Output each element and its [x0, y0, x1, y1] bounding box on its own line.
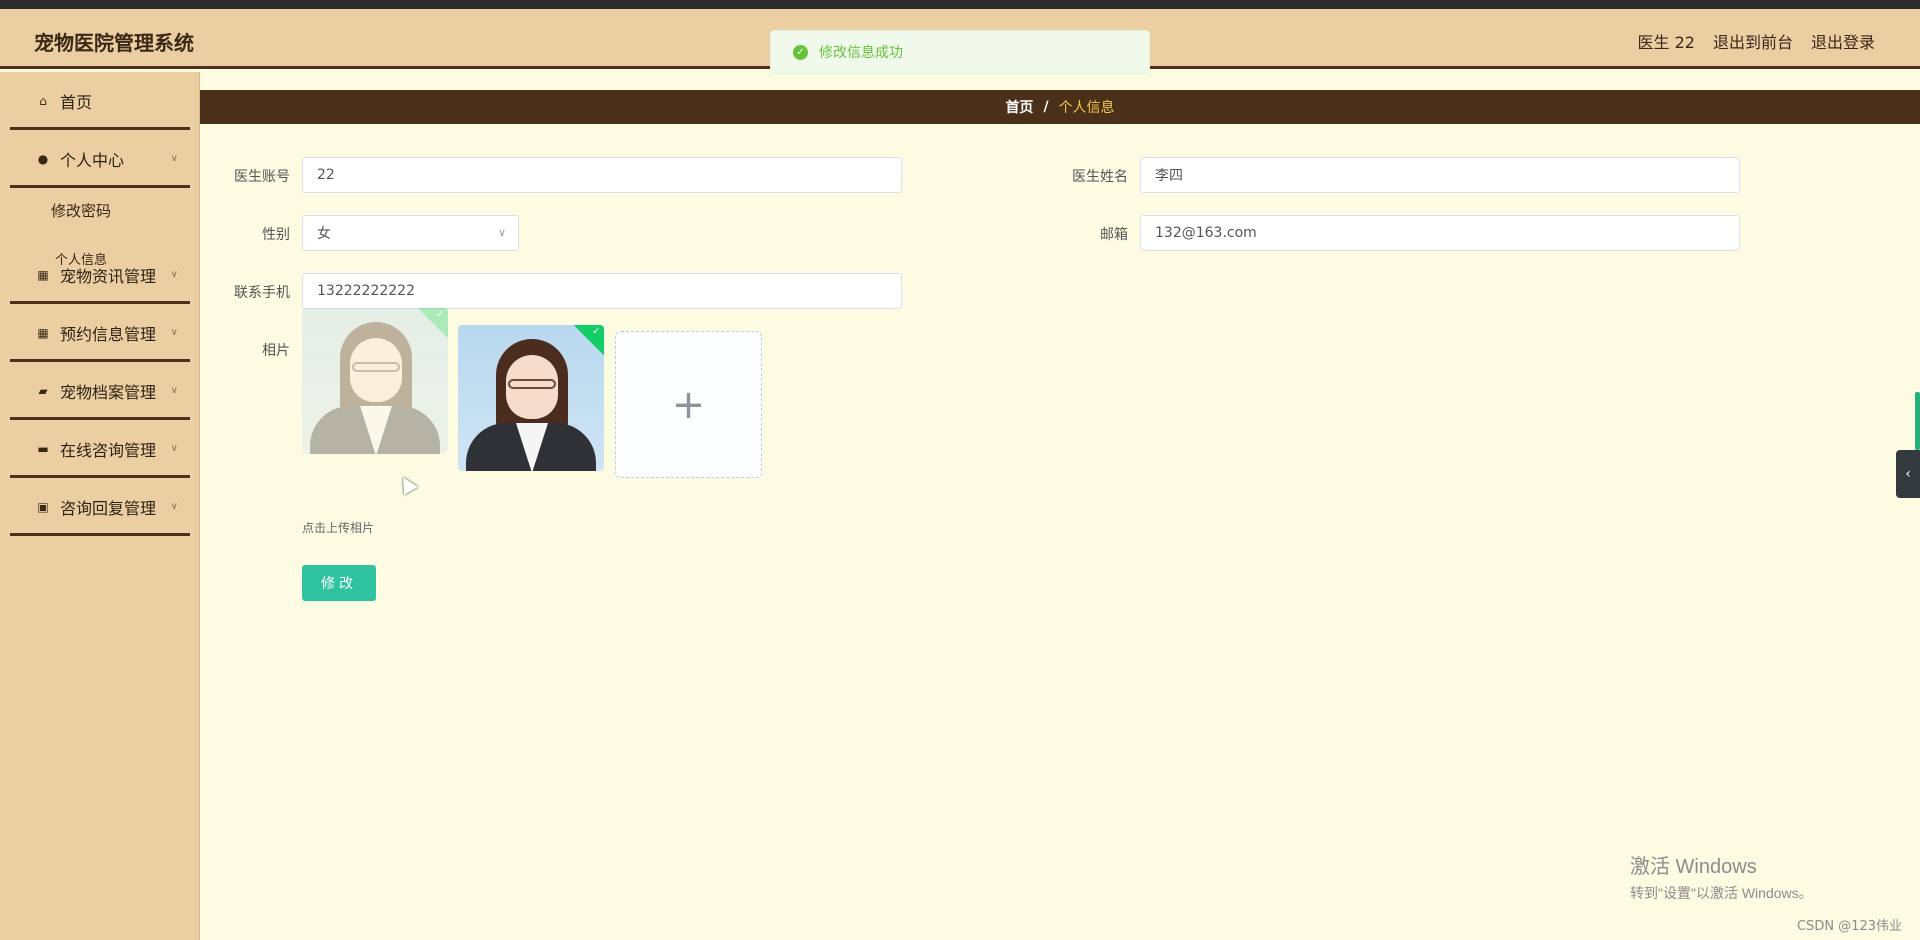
mouse-cursor-icon: [396, 473, 418, 495]
logout-link[interactable]: 退出登录: [1811, 29, 1875, 53]
photo-label: 相片: [262, 343, 290, 359]
name-label: 医生姓名: [1072, 169, 1128, 185]
breadcrumb-current: 个人信息: [1058, 100, 1115, 116]
clipboard-icon: ▣: [37, 499, 49, 514]
chevron-down-icon: ∨: [170, 153, 178, 164]
breadcrumb-home[interactable]: 首页: [1005, 97, 1033, 117]
csdn-credit: CSDN @123伟业: [1796, 919, 1902, 934]
sidebar-item-label: 个人中心: [60, 150, 125, 170]
user-icon: ●: [37, 151, 49, 166]
grid-icon: ▦: [37, 267, 49, 282]
gender-select[interactable]: 女 ∨: [302, 215, 519, 251]
scroll-indicator[interactable]: [1915, 392, 1920, 450]
upload-button[interactable]: +: [615, 331, 762, 478]
account-label: 医生账号: [234, 169, 290, 185]
chevron-left-icon: ‹: [1905, 466, 1911, 482]
sidebar-item-pet-news[interactable]: ▦ 宠物资讯管理 ∨: [10, 248, 190, 304]
plus-icon: +: [671, 381, 706, 428]
sidebar: ⌂ 首页 ● 个人中心 ∨ 修改密码 个人信息 ▦ 宠物资讯管理 ∨ ▦ 预约信…: [0, 72, 200, 940]
photo-thumbnail[interactable]: ✓: [458, 325, 604, 471]
upload-tip: 点击上传相片: [302, 521, 375, 535]
activation-title: 激活 Windows: [1630, 856, 1757, 878]
email-field[interactable]: 132@163.com: [1140, 215, 1740, 251]
sidebar-item-online-consult[interactable]: ▬ 在线咨询管理 ∨: [10, 422, 190, 478]
window-top-strip: [0, 0, 1920, 9]
sidebar-item-label: 宠物资讯管理: [60, 266, 157, 286]
chevron-down-icon: ∨: [170, 327, 178, 338]
app-title: 宠物医院管理系统: [34, 31, 194, 55]
uploaded-check-icon: ✓: [416, 308, 448, 340]
name-field[interactable]: 李四: [1140, 157, 1740, 193]
submit-button[interactable]: 修改: [302, 565, 376, 601]
sidebar-item-label: 首页: [60, 92, 93, 112]
collapse-panel-button[interactable]: ‹: [1896, 450, 1920, 498]
sidebar-item-appointments[interactable]: ▦ 预约信息管理 ∨: [10, 306, 190, 362]
activation-subtitle: 转到"设置"以激活 Windows。: [1630, 885, 1813, 901]
current-user: 医生 22: [1637, 33, 1695, 52]
breadcrumb-separator: /: [1043, 99, 1049, 115]
breadcrumb: 首页 / 个人信息: [200, 90, 1920, 124]
toast-message: 修改信息成功: [819, 45, 903, 61]
chevron-down-icon: ∨: [170, 443, 178, 454]
sidebar-item-personal-center[interactable]: ● 个人中心 ∨: [10, 132, 190, 188]
sidebar-item-consult-replies[interactable]: ▣ 咨询回复管理 ∨: [10, 480, 190, 536]
success-toast: ✓ 修改信息成功: [770, 30, 1150, 74]
back-to-front-link[interactable]: 退出到前台: [1713, 29, 1793, 53]
chevron-down-icon: ∨: [170, 269, 178, 280]
uploaded-check-icon: ✓: [572, 325, 604, 357]
sidebar-item-home[interactable]: ⌂ 首页: [10, 74, 190, 130]
sidebar-item-label: 在线咨询管理: [60, 440, 157, 460]
chevron-down-icon: ∨: [497, 226, 506, 239]
email-label: 邮箱: [1100, 227, 1128, 243]
photo-thumbnail-old[interactable]: ✓: [302, 308, 448, 454]
gender-value: 女: [317, 226, 331, 242]
account-field[interactable]: 22: [302, 157, 902, 193]
folder-icon: ▰: [38, 383, 48, 398]
sidebar-subitem-change-password[interactable]: 修改密码: [51, 200, 111, 221]
sidebar-item-label: 宠物档案管理: [60, 382, 157, 402]
chevron-down-icon: ∨: [170, 385, 178, 396]
sidebar-item-label: 预约信息管理: [60, 324, 157, 344]
chevron-down-icon: ∨: [170, 501, 178, 512]
header-actions: 医生 22 退出到前台 退出登录: [1638, 29, 1875, 53]
windows-activation-watermark: 激活 Windows 转到"设置"以激活 Windows。: [1630, 850, 1813, 903]
grid-icon: ▦: [37, 325, 49, 340]
phone-field[interactable]: 13222222222: [302, 273, 902, 309]
sidebar-item-pet-records[interactable]: ▰ 宠物档案管理 ∨: [10, 364, 190, 420]
briefcase-icon: ▬: [37, 441, 49, 456]
home-icon: ⌂: [39, 93, 47, 108]
success-check-icon: ✓: [793, 44, 808, 60]
phone-label: 联系手机: [234, 285, 290, 301]
sidebar-item-label: 咨询回复管理: [60, 498, 157, 518]
gender-label: 性别: [262, 227, 290, 243]
